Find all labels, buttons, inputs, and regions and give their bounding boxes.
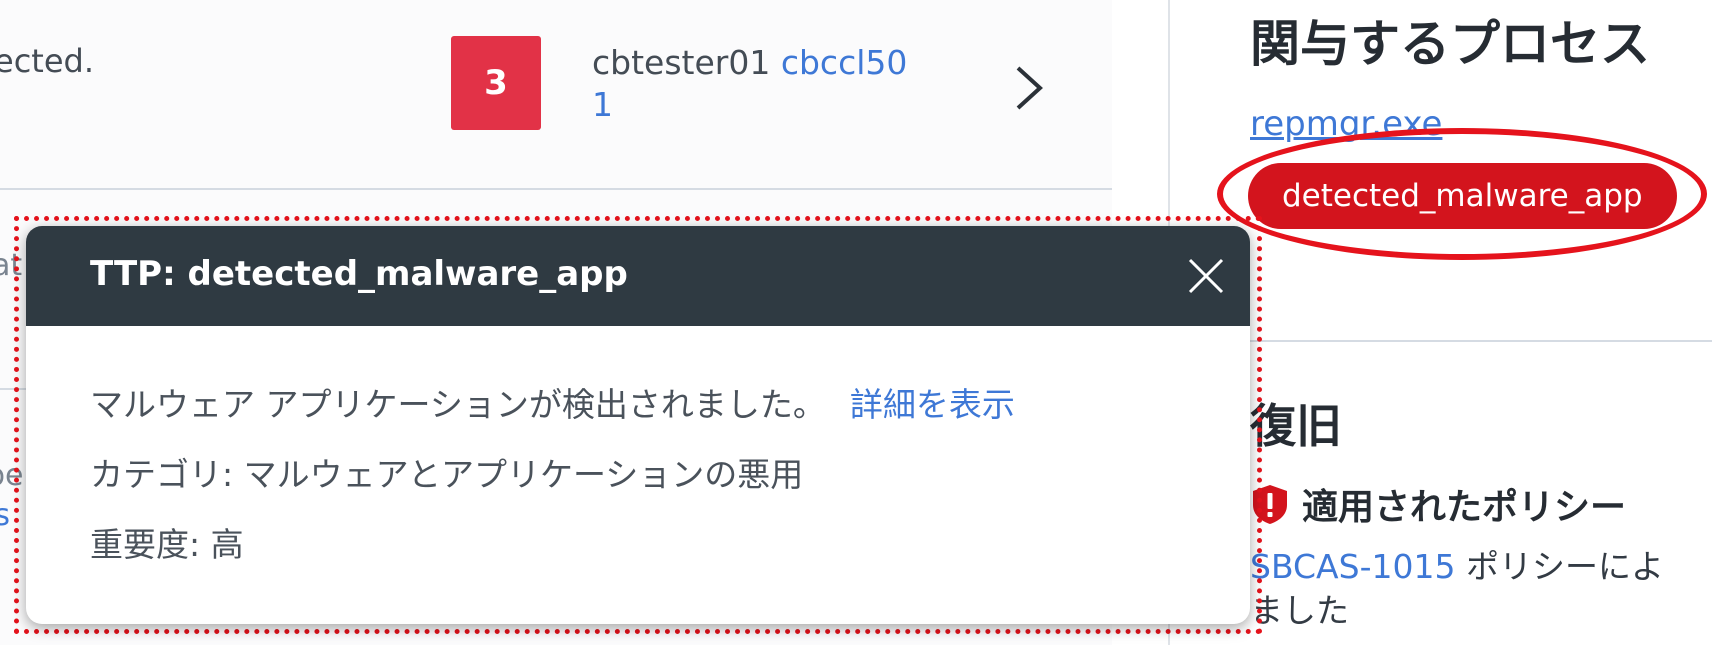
device-name-link[interactable]: cbccl50 [781,43,908,82]
remediation-heading: 復旧 [1250,399,1342,453]
popover-title: TTP: detected_malware_app [90,254,628,294]
policy-line-2: ました [1250,591,1349,630]
policy-link[interactable]: SBCAS-1015 [1250,547,1455,586]
policy-header: 適用されたポリシー [1250,478,1626,530]
processes-heading: 関与するプロセス [1250,15,1650,73]
severity-badge: 3 [451,36,541,130]
ttp-popover: TTP: detected_malware_app マルウェア アプリケーション… [26,226,1250,624]
device-info: cbtester01 cbccl50 1 [592,42,952,126]
popover-header: TTP: detected_malware_app [26,226,1250,326]
policy-title: 適用されたポリシー [1302,487,1627,528]
alert-row[interactable]: ected. 3 cbtester01 cbccl50 1 [0,0,1112,190]
chevron-right-icon[interactable] [1004,62,1052,114]
policy-text: ポリシーによ [1455,547,1664,586]
popover-severity: 重要度: 高 [90,525,244,564]
details-link[interactable]: 詳細を表示 [850,385,1015,424]
close-icon[interactable] [1180,250,1232,302]
device-user: cbtester01 [592,43,771,82]
popover-description: マルウェア アプリケーションが検出されました。 詳細を表示 [90,370,1250,440]
device-name-link-cont[interactable]: 1 [592,85,613,124]
popover-category: カテゴリ: マルウェアとアプリケーションの悪用 [90,455,804,494]
annotation-ellipse [1217,128,1707,260]
alert-description-fragment: ected. [0,42,94,80]
clipped-text-3: ls [0,498,10,533]
policy-line: SBCAS-1015 ポリシーによ [1250,540,1664,588]
popover-body: マルウェア アプリケーションが検出されました。 詳細を表示 カテゴリ: マルウェア… [26,326,1250,580]
description-text: マルウェア アプリケーションが検出されました。 [90,385,826,424]
